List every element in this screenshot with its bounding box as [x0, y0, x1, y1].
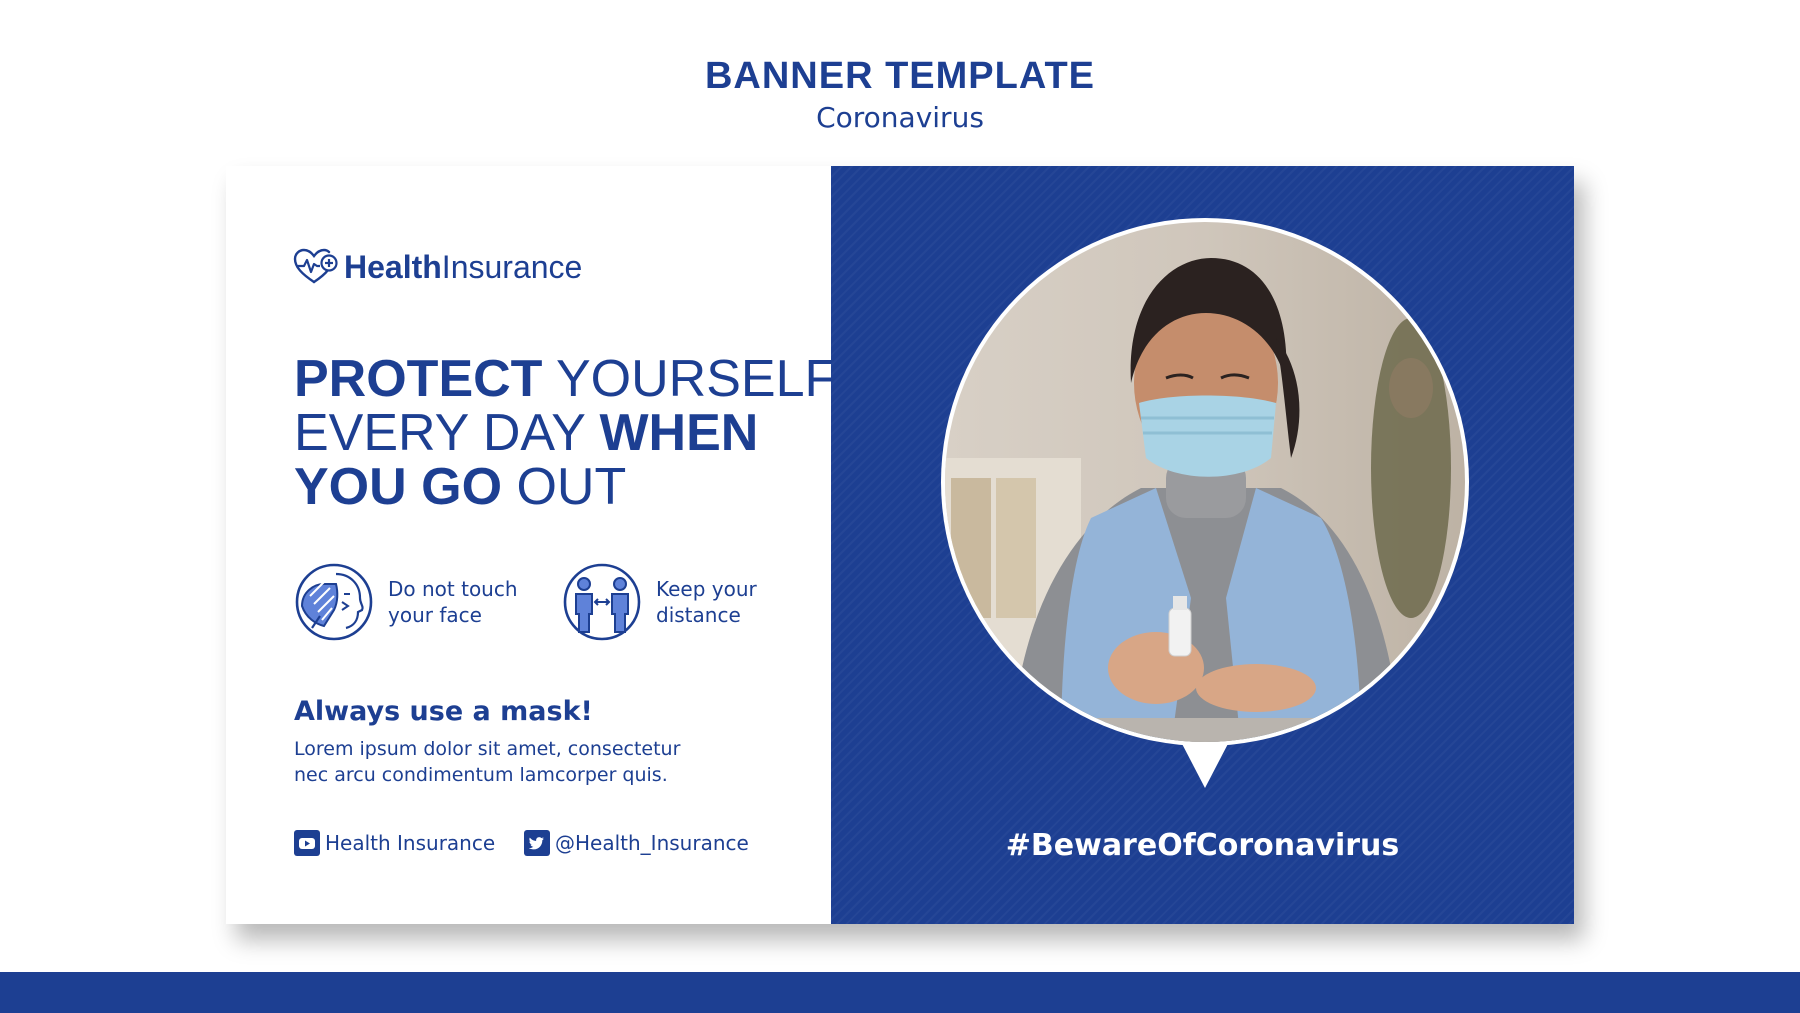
twitter-icon [524, 830, 550, 856]
banner-left-panel: HealthInsurance PROTECT YOURSELF EVERY D… [226, 166, 836, 924]
mask-body-line-2: nec arcu condimentum lamcorper quis. [294, 764, 668, 786]
tip-1-line-2: your face [388, 603, 482, 627]
youtube-icon [294, 830, 320, 856]
headline-bold-3: YOU GO [294, 458, 503, 516]
tip-2-line-2: distance [656, 603, 741, 627]
tip-keep-distance: Keep your distance [562, 562, 806, 642]
youtube-link[interactable]: Health Insurance [294, 830, 495, 856]
headline: PROTECT YOURSELF EVERY DAY WHEN YOU GO O… [294, 350, 836, 514]
pin-tail [1179, 738, 1231, 788]
page-title: BANNER TEMPLATE [704, 55, 1096, 97]
headline-line-2: EVERY DAY WHEN [294, 406, 814, 460]
headline-bold-1: PROTECT [294, 350, 543, 408]
social-distance-icon [563, 563, 641, 641]
mask-body: Lorem ipsum dolor sit amet, consectetur … [294, 736, 734, 788]
tip-text-2: Keep your distance [656, 576, 806, 628]
headline-line-1: PROTECT YOURSELF [294, 350, 836, 408]
tip-text-1: Do not touch your face [388, 576, 538, 628]
twitter-handle: @Health_Insurance [555, 831, 749, 855]
headline-line-3: YOU GO OUT [294, 460, 814, 514]
page-subtitle: Coronavirus [816, 101, 984, 134]
photo-pin [941, 218, 1469, 788]
headline-light-2: EVERY DAY [294, 404, 600, 462]
brand-logo: HealthInsurance [292, 248, 582, 286]
headline-light-3: OUT [502, 458, 627, 516]
youtube-handle: Health Insurance [325, 831, 496, 855]
logo-wordmark: HealthInsurance [344, 249, 582, 286]
twitter-link[interactable]: @Health_Insurance [524, 830, 749, 856]
headline-bold-2: WHEN [599, 404, 759, 462]
banner-right-panel: #BewareOfCoronavirus [831, 166, 1574, 924]
tip-1-line-1: Do not touch [388, 577, 518, 601]
mask-title: Always use a mask! [294, 696, 593, 727]
hashtag: #BewareOfCoronavirus [1005, 828, 1400, 863]
tip-no-touch-face: Do not touch your face [294, 562, 538, 642]
headline-light-1: YOURSELF [542, 350, 837, 408]
heart-pulse-plus-icon [293, 248, 338, 284]
mask-body-line-1: Lorem ipsum dolor sit amet, consectetur [294, 738, 681, 760]
tip-2-line-1: Keep your [656, 577, 757, 601]
footer-bar [0, 972, 1800, 1013]
logo-word-light: Insurance [441, 248, 583, 285]
logo-word-bold: Health [344, 248, 442, 285]
banner: HealthInsurance PROTECT YOURSELF EVERY D… [226, 166, 1574, 924]
no-face-touch-icon [295, 563, 373, 641]
page-header: BANNER TEMPLATE Coronavirus [0, 54, 1800, 136]
